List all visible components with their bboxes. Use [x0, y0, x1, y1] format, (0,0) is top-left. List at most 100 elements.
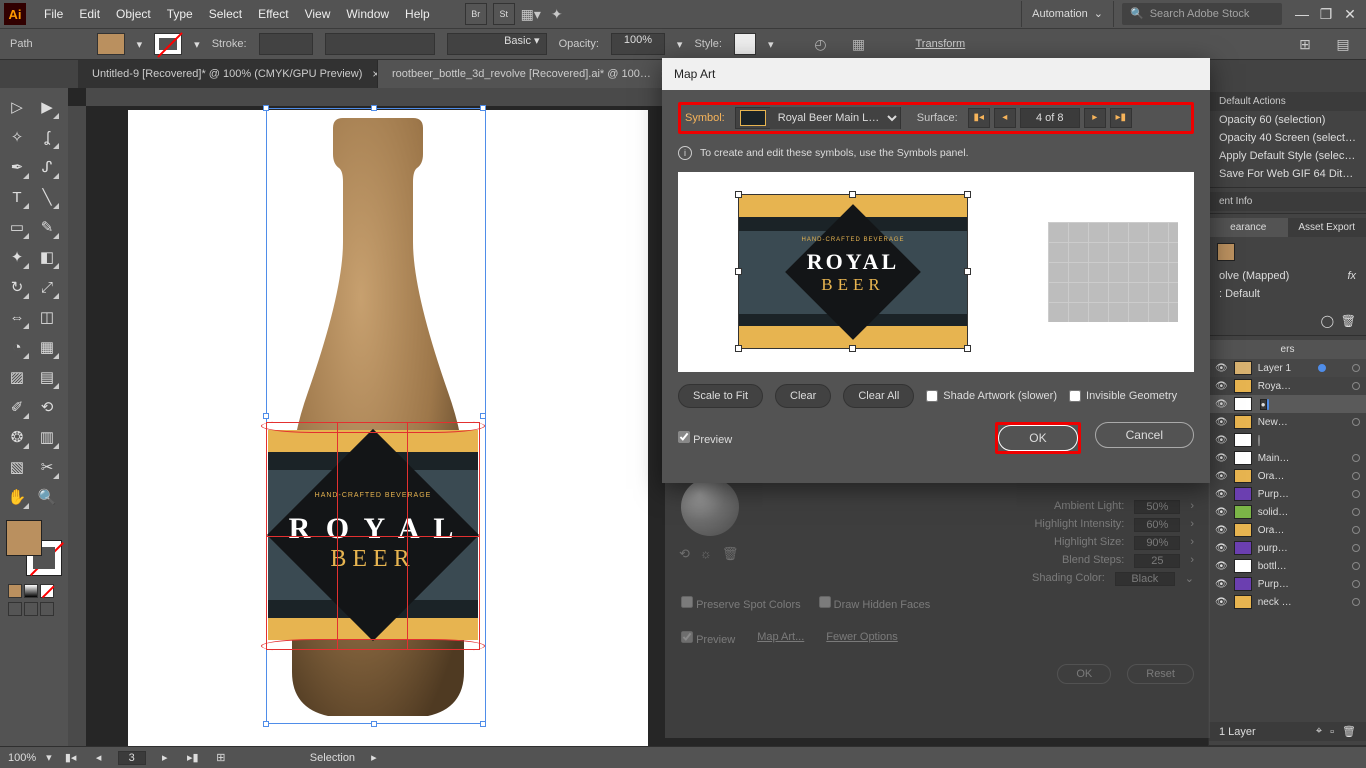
zoom-level[interactable]: 100% — [8, 752, 36, 764]
stroke-swatch[interactable] — [154, 33, 182, 55]
sel-handle[interactable] — [263, 413, 269, 419]
menu-view[interactable]: View — [297, 0, 339, 28]
eye-icon[interactable]: 👁 — [1215, 561, 1228, 572]
clear-all-button[interactable]: Clear All — [843, 384, 914, 408]
eye-icon[interactable]: 👁 — [1215, 597, 1228, 608]
eye-icon[interactable]: 👁 — [1215, 525, 1228, 536]
layer-row[interactable]: 👁 — [1209, 431, 1366, 449]
sel-handle[interactable] — [263, 721, 269, 727]
action-item[interactable]: Opacity 60 (selection) — [1209, 111, 1366, 129]
clear-button[interactable]: Clear — [775, 384, 831, 408]
scale-to-fit-button[interactable]: Scale to Fit — [678, 384, 763, 408]
rectangle-tool[interactable]: ▭ — [3, 213, 31, 241]
eye-icon[interactable]: 👁 — [1215, 543, 1228, 554]
sel-handle[interactable] — [480, 413, 486, 419]
eye-icon[interactable]: 👁 — [1215, 399, 1228, 410]
trash-icon[interactable]: 🗑 — [1342, 725, 1356, 738]
type-tool[interactable]: T — [3, 183, 31, 211]
eye-icon[interactable]: 👁 — [1215, 507, 1228, 518]
symbol-sprayer-tool[interactable]: ❂ — [3, 423, 31, 451]
gradient-tool[interactable]: ▤ — [33, 363, 61, 391]
appearance-opacity-row[interactable]: : Default — [1209, 285, 1366, 303]
paintbrush-tool[interactable]: ✎ — [33, 213, 61, 241]
chevron-down-icon[interactable]: ▾ — [768, 38, 774, 51]
rotate-tool[interactable]: ↻ — [3, 273, 31, 301]
mesh-tool[interactable]: ▨ — [3, 363, 31, 391]
appearance-tab[interactable]: earance — [1209, 218, 1288, 237]
arrange-icon[interactable]: ▦▾ — [518, 6, 544, 23]
eye-icon[interactable]: 👁 — [1215, 417, 1228, 428]
map-art-preview[interactable]: HAND-CRAFTED BEVERAGE ROYAL BEER — [678, 172, 1194, 372]
scale-tool[interactable]: ⤢ — [33, 273, 61, 301]
width-tool[interactable]: ⇔ — [3, 303, 31, 331]
eye-icon[interactable]: 👁 — [1215, 489, 1228, 500]
align-icon[interactable]: ▦ — [846, 36, 872, 53]
shape-builder-tool[interactable]: ◔ — [3, 333, 31, 361]
sel-handle[interactable] — [371, 105, 377, 111]
eye-icon[interactable]: 👁 — [1215, 381, 1228, 392]
eyedropper-tool[interactable]: ✐ — [3, 393, 31, 421]
surface-last-button[interactable]: ▸▮ — [1110, 108, 1132, 128]
window-minimize-icon[interactable]: — — [1290, 0, 1314, 28]
layer-row[interactable]: 👁purp… — [1209, 539, 1366, 557]
surface-next-button[interactable]: ▸ — [1084, 108, 1106, 128]
document-tab-active[interactable]: rootbeer_bottle_3d_revolve [Recovered].a… — [378, 60, 678, 88]
layer-row[interactable]: 👁Main… — [1209, 449, 1366, 467]
blend-tool[interactable]: ⟲ — [33, 393, 61, 421]
line-tool[interactable]: ╲ — [33, 183, 61, 211]
hand-tool[interactable]: ✋ — [3, 483, 31, 511]
eraser-tool[interactable]: ◧ — [33, 243, 61, 271]
menu-object[interactable]: Object — [108, 0, 159, 28]
document-tab[interactable]: Untitled-9 [Recovered]* @ 100% (CMYK/GPU… — [78, 60, 378, 88]
opacity-field[interactable]: 100% — [611, 33, 665, 55]
perspective-tool[interactable]: ▦ — [33, 333, 61, 361]
action-item[interactable]: Apply Default Style (select… — [1209, 147, 1366, 165]
control-menu-icon[interactable]: ▤ — [1330, 36, 1356, 53]
artboard-next-icon[interactable]: ▸ — [156, 751, 174, 764]
artboard-last-icon[interactable]: ▸▮ — [184, 751, 202, 764]
menu-edit[interactable]: Edit — [71, 0, 108, 28]
docinfo-tab[interactable]: ent Info — [1209, 192, 1366, 211]
control-snap-icon[interactable]: ⊞ — [1292, 36, 1318, 53]
zoom-tool[interactable]: 🔍 — [33, 483, 61, 511]
search-stock-input[interactable]: 🔍 Search Adobe Stock — [1122, 3, 1282, 25]
graph-tool[interactable]: ▥ — [33, 423, 61, 451]
eye-icon[interactable]: 👁 — [1215, 363, 1228, 374]
lasso-tool[interactable]: ʆ — [33, 123, 61, 151]
layer-row[interactable]: 👁Ora… — [1209, 521, 1366, 539]
transform-label[interactable]: Transform — [916, 38, 966, 50]
menu-type[interactable]: Type — [159, 0, 201, 28]
layers-locate-icon[interactable]: ⌖ — [1316, 725, 1322, 738]
layer-row[interactable]: 👁bottl… — [1209, 557, 1366, 575]
appearance-fill-swatch[interactable] — [1217, 243, 1235, 261]
preview-checkbox[interactable]: Preview — [678, 431, 732, 446]
fill-stroke-indicator[interactable] — [6, 520, 62, 576]
artboard-prev-icon[interactable]: ◂ — [90, 751, 108, 764]
magic-wand-tool[interactable]: ✧ — [3, 123, 31, 151]
sel-handle[interactable] — [480, 721, 486, 727]
free-transform-tool[interactable]: ◫ — [33, 303, 61, 331]
layer-row[interactable]: 👁Purp… — [1209, 575, 1366, 593]
mapped-symbol-art[interactable]: HAND-CRAFTED BEVERAGE ROYAL BEER — [738, 194, 968, 349]
layer-group[interactable]: 👁 Layer 1 — [1209, 359, 1366, 377]
eye-icon[interactable]: 👁 — [1215, 435, 1228, 446]
bridge-icon[interactable]: Br — [465, 3, 487, 25]
appearance-effect-row[interactable]: olve (Mapped)fx — [1209, 267, 1366, 285]
pen-tool[interactable]: ✒ — [3, 153, 31, 181]
layer-row[interactable]: 👁Purp… — [1209, 485, 1366, 503]
slice-tool[interactable]: ✂ — [33, 453, 61, 481]
layer-row[interactable]: 👁New… — [1209, 413, 1366, 431]
stroke-weight-field[interactable] — [259, 33, 313, 55]
workspace-switcher[interactable]: Automation⌄ — [1021, 1, 1114, 27]
layers-new-icon[interactable]: ▫ — [1330, 726, 1334, 738]
eye-icon[interactable]: 👁 — [1215, 453, 1228, 464]
window-restore-icon[interactable]: ❐ — [1314, 0, 1338, 28]
gpu-icon[interactable]: ✦ — [544, 6, 570, 23]
layers-tab[interactable]: ers — [1209, 340, 1366, 359]
menu-help[interactable]: Help — [397, 0, 438, 28]
layer-row[interactable]: 👁● — [1209, 395, 1366, 413]
color-mode-swatches[interactable] — [8, 584, 60, 598]
sel-handle[interactable] — [371, 721, 377, 727]
artboard-index[interactable]: 3 — [118, 751, 146, 765]
action-item[interactable]: Opacity 40 Screen (selecti… — [1209, 129, 1366, 147]
